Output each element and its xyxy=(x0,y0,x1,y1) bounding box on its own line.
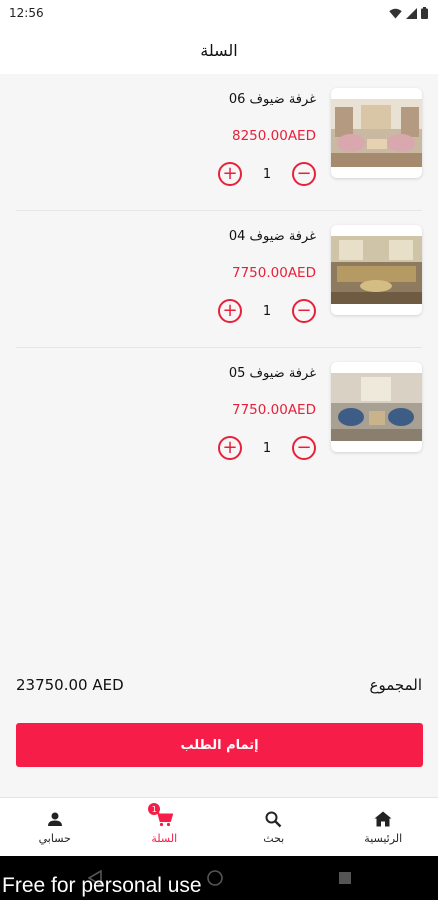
bottom-nav: حسابي 1 السلة بحث الرئيسية xyxy=(0,797,438,856)
increase-quantity-button[interactable]: + xyxy=(218,436,242,460)
minus-icon: − xyxy=(296,300,312,321)
wifi-icon xyxy=(389,8,402,18)
page-title: السلة xyxy=(200,40,238,60)
decrease-quantity-button[interactable]: − xyxy=(292,299,316,323)
increase-quantity-button[interactable]: + xyxy=(218,299,242,323)
quantity-stepper: + 1 − xyxy=(218,436,316,460)
signal-icon xyxy=(406,7,417,19)
battery-icon xyxy=(421,7,428,19)
home-icon xyxy=(373,809,393,829)
product-image[interactable] xyxy=(331,362,422,452)
nav-label: السلة xyxy=(151,832,178,845)
checkout-button[interactable]: إتمام الطلب xyxy=(16,723,423,767)
nav-label: الرئيسية xyxy=(364,832,403,845)
home-circle-icon[interactable] xyxy=(207,870,223,886)
watermark: Free for personal use xyxy=(2,874,202,897)
total-amount: 23750.00 AED xyxy=(16,676,124,694)
total-row: 23750.00 AED المجموع xyxy=(0,672,438,698)
cart-item: غرفة ضيوف 06 8250.00AED + 1 − xyxy=(16,74,422,211)
minus-icon: − xyxy=(296,437,312,458)
cart-item: غرفة ضيوف 05 7750.00AED + 1 − xyxy=(16,348,422,485)
quantity-stepper: + 1 − xyxy=(218,299,316,323)
cart-list: غرفة ضيوف 06 8250.00AED + 1 − غرفة ضيوف … xyxy=(0,74,438,485)
nav-label: بحث xyxy=(263,832,285,845)
nav-item-search[interactable]: بحث xyxy=(219,798,329,856)
checkout-button-label: إتمام الطلب xyxy=(180,737,259,753)
nav-item-cart[interactable]: 1 السلة xyxy=(110,798,220,856)
search-icon xyxy=(264,809,284,829)
product-name: غرفة ضيوف 05 xyxy=(228,366,316,381)
decrease-quantity-button[interactable]: − xyxy=(292,162,316,186)
plus-icon: + xyxy=(222,300,238,321)
product-price: 7750.00AED xyxy=(232,265,316,281)
product-image[interactable] xyxy=(331,225,422,315)
nav-label: حسابي xyxy=(38,832,71,845)
increase-quantity-button[interactable]: + xyxy=(218,162,242,186)
plus-icon: + xyxy=(222,163,238,184)
quantity-stepper: + 1 − xyxy=(218,162,316,186)
quantity-value: 1 xyxy=(262,303,272,319)
nav-item-account[interactable]: حسابي xyxy=(0,798,110,856)
quantity-value: 1 xyxy=(262,166,272,182)
total-label: المجموع xyxy=(369,676,422,694)
product-image[interactable] xyxy=(331,88,422,178)
cart-icon: 1 xyxy=(148,803,174,829)
nav-item-home[interactable]: الرئيسية xyxy=(329,798,438,856)
plus-icon: + xyxy=(222,437,238,458)
status-bar: 12:56 xyxy=(0,0,438,26)
recents-icon[interactable] xyxy=(338,871,352,885)
cart-item: غرفة ضيوف 04 7750.00AED + 1 − xyxy=(16,211,422,348)
product-price: 7750.00AED xyxy=(232,402,316,418)
status-time: 12:56 xyxy=(9,6,44,20)
app-bar: السلة xyxy=(0,26,438,74)
quantity-value: 1 xyxy=(262,440,272,456)
product-name: غرفة ضيوف 06 xyxy=(228,92,316,107)
product-price: 8250.00AED xyxy=(232,128,316,144)
decrease-quantity-button[interactable]: − xyxy=(292,436,316,460)
product-name: غرفة ضيوف 04 xyxy=(228,229,316,244)
status-icons xyxy=(389,7,428,19)
person-icon xyxy=(45,809,65,829)
minus-icon: − xyxy=(296,163,312,184)
